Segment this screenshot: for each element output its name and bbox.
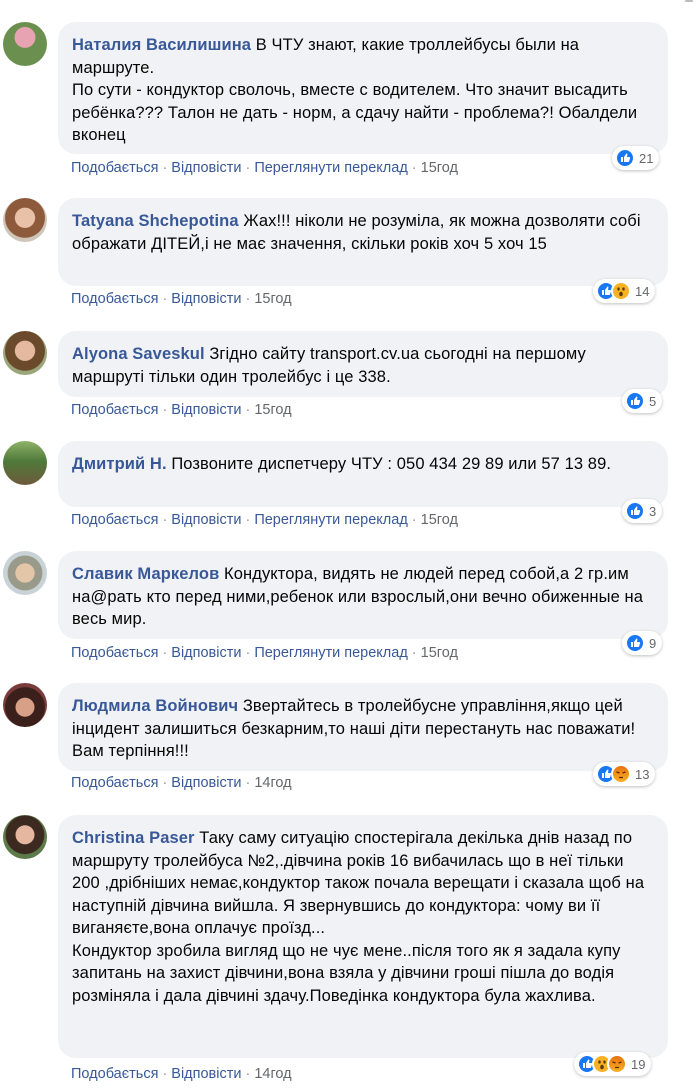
avatar[interactable] — [3, 331, 47, 375]
comment-text: Позвоните диспетчеру ЧТУ : 050 434 29 89… — [171, 455, 612, 473]
comment-bubble: Людмила Войнович Звертайтесь в тролейбус… — [58, 683, 668, 771]
comment-actions: Подобається · Відповісти · 14год — [71, 1066, 292, 1082]
comment-bubble: Наталия Василишина В ЧТУ знают, какие тр… — [58, 22, 668, 154]
reaction-summary[interactable]: 14 — [593, 279, 656, 303]
reaction-count: 14 — [635, 283, 650, 299]
like-link[interactable]: Подобається — [71, 1066, 158, 1082]
reaction-count: 19 — [631, 1056, 646, 1072]
avatar[interactable] — [3, 683, 47, 727]
reply-link[interactable]: Відповісти — [171, 775, 241, 791]
comment-actions: Подобається · Відповісти · 14год — [71, 775, 292, 791]
comment-actions: Подобається · Відповісти · 15год — [71, 291, 292, 307]
see-translation-link[interactable]: Переглянути переклад — [254, 645, 407, 661]
reaction-count: 21 — [639, 150, 654, 166]
comment-actions: Подобається · Відповісти · Переглянути перек… — [71, 512, 458, 528]
scroll-indicator — [685, 0, 693, 2]
comment-bubble: Дмитрий Н. Позвоните диспетчеру ЧТУ : 05… — [58, 441, 668, 507]
reply-link[interactable]: Відповісти — [171, 160, 241, 176]
like-reaction-icon — [625, 633, 645, 653]
avatar[interactable] — [3, 198, 47, 242]
comment-timestamp[interactable]: 15год — [254, 291, 291, 307]
see-translation-link[interactable]: Переглянути переклад — [254, 160, 407, 176]
reply-link[interactable]: Відповісти — [171, 402, 241, 418]
see-translation-link[interactable]: Переглянути переклад — [254, 512, 407, 528]
comment-author[interactable]: Наталия Василишина — [72, 36, 256, 54]
comment-timestamp[interactable]: 14год — [254, 1066, 291, 1082]
comment-author[interactable]: Славик Маркелов — [72, 565, 224, 583]
reply-link[interactable]: Відповісти — [171, 291, 241, 307]
comment-bubble: Tatyana Shchepotina Жах!!! ніколи не роз… — [58, 198, 668, 286]
like-link[interactable]: Подобається — [71, 775, 158, 791]
comment-timestamp[interactable]: 15год — [421, 160, 458, 176]
reaction-summary[interactable]: 3 — [622, 499, 663, 523]
reaction-summary[interactable]: 13 — [593, 762, 656, 786]
reaction-summary[interactable]: 21 — [612, 146, 660, 170]
like-link[interactable]: Подобається — [71, 291, 158, 307]
avatar[interactable] — [3, 441, 47, 485]
like-reaction-icon — [625, 501, 645, 521]
reaction-count: 13 — [635, 766, 650, 782]
avatar[interactable] — [3, 551, 47, 595]
comment-timestamp[interactable]: 15год — [421, 645, 458, 661]
reply-link[interactable]: Відповісти — [171, 645, 241, 661]
reaction-summary[interactable]: 9 — [622, 631, 663, 655]
comment-bubble: Славик Маркелов Кондуктора, видять не лю… — [58, 551, 668, 639]
comment-author[interactable]: Tatyana Shchepotina — [72, 212, 243, 230]
comment-timestamp[interactable]: 15год — [421, 512, 458, 528]
comment-actions: Подобається · Відповісти · Переглянути перек… — [71, 160, 458, 176]
like-reaction-icon — [625, 391, 645, 411]
comment-timestamp[interactable]: 14год — [254, 775, 291, 791]
reaction-count: 5 — [649, 393, 657, 409]
comment-timestamp[interactable]: 15год — [254, 402, 291, 418]
comment-author[interactable]: Christina Paser — [72, 829, 199, 847]
like-link[interactable]: Подобається — [71, 512, 158, 528]
comment-author[interactable]: Alyona Saveskul — [72, 345, 209, 363]
avatar[interactable] — [3, 22, 47, 66]
reply-link[interactable]: Відповісти — [171, 512, 241, 528]
reaction-summary[interactable]: 5 — [622, 389, 663, 413]
comment-bubble: Alyona Saveskul Згідно сайту transport.c… — [58, 331, 668, 397]
reaction-summary[interactable]: 19 — [574, 1052, 652, 1076]
angry-reaction-icon — [607, 1054, 627, 1074]
reply-link[interactable]: Відповісти — [171, 1066, 241, 1082]
comment-author[interactable]: Людмила Войнович — [72, 697, 243, 715]
comment-actions: Подобається · Відповісти · Переглянути перек… — [71, 645, 458, 661]
reaction-count: 3 — [649, 503, 657, 519]
comment-bubble: Christina Paser Таку саму ситуацію спост… — [58, 815, 668, 1058]
wow-reaction-icon — [611, 281, 631, 301]
like-reaction-icon — [615, 148, 635, 168]
like-link[interactable]: Подобається — [71, 160, 158, 176]
comment-actions: Подобається · Відповісти · 15год — [71, 402, 292, 418]
reaction-count: 9 — [649, 635, 657, 651]
comment-text: Таку саму ситуацію спостерігала декілька… — [72, 829, 645, 1005]
avatar[interactable] — [3, 815, 47, 859]
like-link[interactable]: Подобається — [71, 402, 158, 418]
comment-author[interactable]: Дмитрий Н. — [72, 455, 171, 473]
like-link[interactable]: Подобається — [71, 645, 158, 661]
angry-reaction-icon — [611, 764, 631, 784]
